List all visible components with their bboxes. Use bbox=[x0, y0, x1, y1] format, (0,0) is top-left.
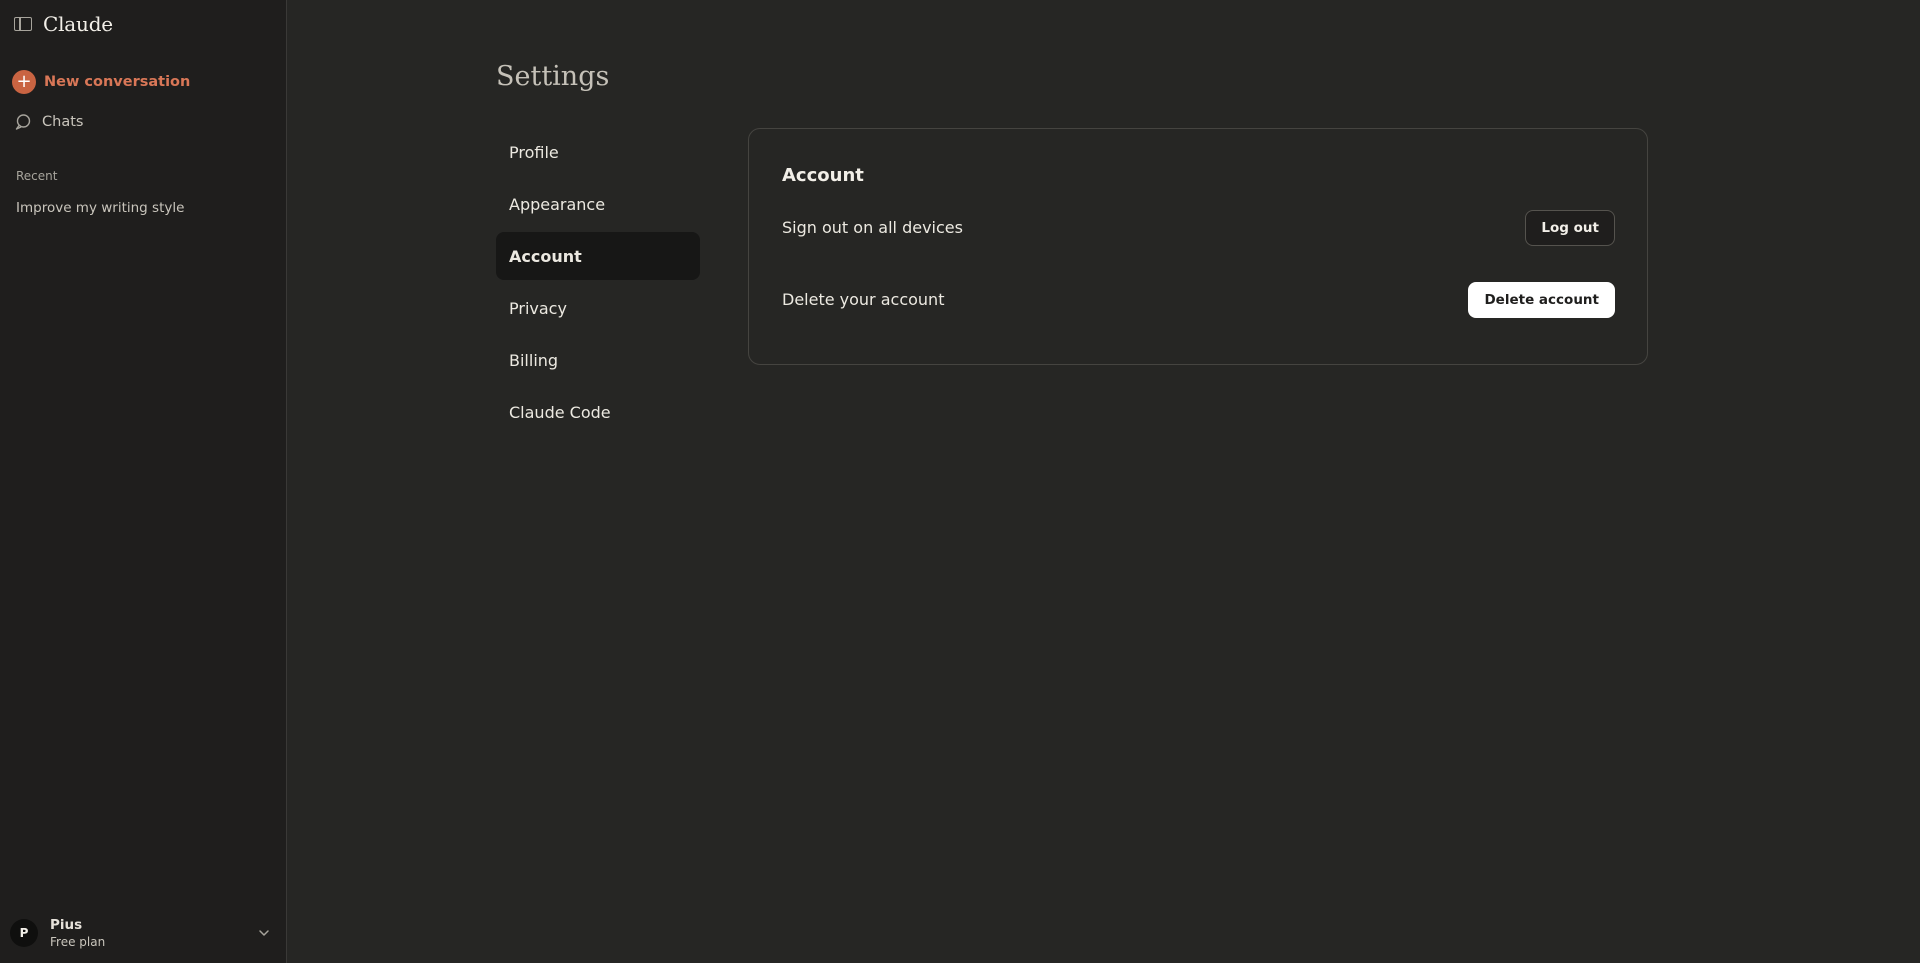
account-heading: Account bbox=[782, 165, 864, 186]
tab-claude-code[interactable]: Claude Code bbox=[496, 388, 700, 436]
recent-conversation-item[interactable]: Improve my writing style bbox=[16, 200, 184, 216]
brand-logo[interactable]: Claude bbox=[43, 12, 113, 36]
delete-account-label: Delete your account bbox=[782, 290, 945, 309]
user-info: Pius Free plan bbox=[50, 917, 105, 949]
avatar: P bbox=[10, 919, 38, 947]
log-out-button[interactable]: Log out bbox=[1525, 210, 1615, 246]
sidebar-toggle-icon[interactable] bbox=[14, 17, 32, 31]
app-root: Claude + New conversation Chats Recent I… bbox=[0, 0, 1920, 963]
chevron-down-icon[interactable] bbox=[256, 925, 272, 941]
tab-privacy[interactable]: Privacy bbox=[496, 284, 700, 332]
account-panel: Account Sign out on all devices Log out … bbox=[748, 128, 1648, 365]
sidebar: Claude + New conversation Chats Recent I… bbox=[0, 0, 287, 963]
sign-out-label: Sign out on all devices bbox=[782, 218, 963, 237]
settings-nav: Profile Appearance Account Privacy Billi… bbox=[496, 128, 700, 440]
tab-profile[interactable]: Profile bbox=[496, 128, 700, 176]
sidebar-header: Claude bbox=[14, 12, 113, 36]
page-title: Settings bbox=[496, 61, 610, 92]
delete-account-button[interactable]: Delete account bbox=[1468, 282, 1615, 318]
user-name: Pius bbox=[50, 917, 83, 933]
recent-heading: Recent bbox=[16, 169, 58, 183]
user-plan: Free plan bbox=[50, 935, 106, 949]
tab-account[interactable]: Account bbox=[496, 232, 700, 280]
new-conversation-button[interactable]: + New conversation bbox=[12, 70, 190, 94]
chat-bubble-icon bbox=[14, 113, 32, 131]
sidebar-item-chats[interactable]: Chats bbox=[14, 113, 83, 131]
sidebar-item-label: Chats bbox=[42, 114, 84, 130]
tab-billing[interactable]: Billing bbox=[496, 336, 700, 384]
plus-icon: + bbox=[12, 70, 36, 94]
new-conversation-label: New conversation bbox=[44, 74, 191, 90]
tab-appearance[interactable]: Appearance bbox=[496, 180, 700, 228]
user-menu[interactable]: P Pius Free plan bbox=[10, 913, 272, 953]
